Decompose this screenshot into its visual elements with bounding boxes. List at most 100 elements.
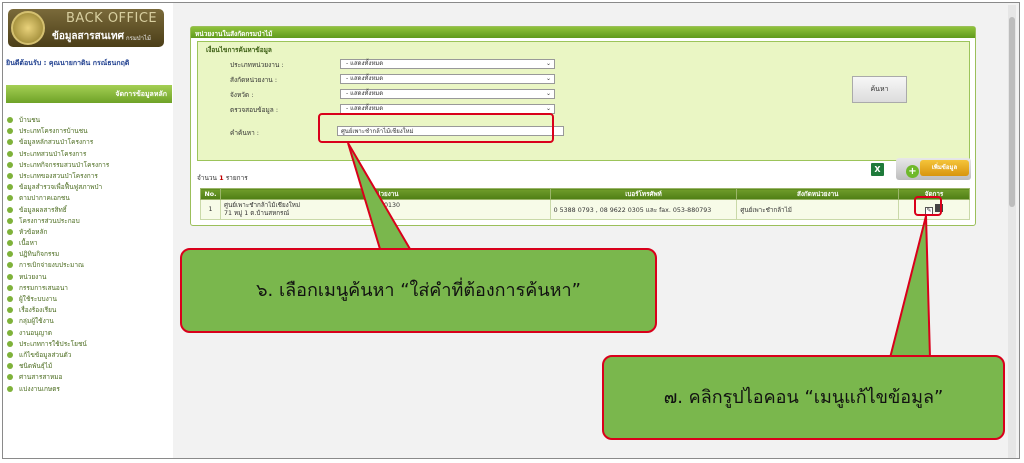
row-unit[interactable]: ศูนย์เพาะชำกล้าไม้เชียงใหม่ 0130 71 หมู่… bbox=[219, 199, 551, 220]
bullet-icon bbox=[7, 340, 13, 347]
sidebar-item-label: โครงการส่วนประกอบ bbox=[19, 216, 80, 225]
select-value: - แสดงทั้งหมด bbox=[346, 90, 384, 97]
sidebar-item[interactable]: เรื่องร้องเรียน bbox=[7, 305, 171, 316]
bullet-icon bbox=[7, 217, 13, 224]
bullet-icon bbox=[7, 240, 13, 247]
logo-subtitle: ข้อมูลสารสนเทศ bbox=[52, 31, 124, 42]
sidebar-item[interactable]: ตามปากาคเอกชน bbox=[7, 193, 171, 204]
bullet-icon bbox=[7, 374, 13, 381]
row-no: 1 bbox=[200, 199, 221, 220]
col-dept: สังกัดหน่วยงาน bbox=[736, 188, 900, 200]
sidebar-item[interactable]: การเบิกจ่ายงบประมาณ bbox=[7, 260, 171, 271]
sidebar-item-label: ชนิดพันธุ์ไม้ bbox=[19, 362, 53, 371]
bullet-icon bbox=[7, 262, 13, 269]
scrollbar-thumb[interactable] bbox=[1009, 17, 1015, 207]
sidebar-item-label: เรื่องร้องเรียน bbox=[19, 306, 57, 315]
filter-label: ประเภทหน่วยงาน : bbox=[230, 61, 284, 69]
filter-row-keyword: คำค้นหา : bbox=[198, 126, 969, 140]
excel-export-icon[interactable]: X bbox=[871, 163, 884, 176]
unit-address: 71 หมู่ 1 ต.บ้านสหกรณ์ bbox=[223, 209, 290, 217]
sidebar-item[interactable]: หัวข้อหลัก bbox=[7, 227, 171, 238]
province-select[interactable]: - แสดงทั้งหมด ⌄ bbox=[340, 89, 555, 99]
sidebar-item[interactable]: ปฏิทินกิจกรรม bbox=[7, 249, 171, 260]
sidebar-section-header: จัดการข้อมูลหลัก bbox=[6, 85, 172, 103]
unit-type-select[interactable]: - แสดงทั้งหมด ⌄ bbox=[340, 59, 555, 69]
sidebar-item[interactable]: แบ่งงานเกษตร bbox=[7, 384, 171, 395]
filter-row-verify: ตรวจสอบข้อมูล : - แสดงทั้งหมด ⌄ bbox=[198, 103, 969, 117]
filter-label: จังหวัด : bbox=[230, 91, 254, 99]
sidebar-item-label: แบ่งงานเกษตร bbox=[19, 384, 60, 393]
search-heading: เงื่อนไขการค้นหาข้อมูล bbox=[206, 46, 272, 54]
sidebar-item[interactable]: ข้อมูลผลสารสิทธิ์ bbox=[7, 205, 171, 216]
bullet-icon bbox=[7, 161, 13, 168]
callout-step6: ๖. เลือกเมนูค้นหา “ใส่คำที่ต้องการค้นหา” bbox=[180, 248, 657, 333]
sidebar-item-label: ประเภทของสวนป่าโครงการ bbox=[19, 171, 98, 180]
sidebar-item[interactable]: บ้านชน bbox=[7, 115, 171, 126]
search-form: เงื่อนไขการค้นหาข้อมูล ประเภทหน่วยงาน : … bbox=[197, 41, 970, 161]
bullet-icon bbox=[7, 296, 13, 302]
sidebar-item-label: ประเภทการใช้ประโยชน์ bbox=[19, 339, 87, 348]
sidebar-item[interactable]: เนื้อหา bbox=[7, 238, 171, 249]
sidebar-item[interactable]: ผู้ใช้ระบบงาน bbox=[7, 294, 171, 305]
sidebar-item-label: บ้านชน bbox=[19, 116, 41, 124]
sidebar-item[interactable]: ข้อมูลหลักสวนป่าโครงการ bbox=[7, 137, 171, 148]
affiliation-select[interactable]: - แสดงทั้งหมด ⌄ bbox=[340, 74, 555, 84]
bullet-icon bbox=[7, 329, 13, 336]
sidebar-item[interactable]: ข้อมูลสำรวจเพื่อฟื้นฟูสภาพป่า bbox=[7, 182, 171, 193]
bullet-icon bbox=[7, 128, 13, 135]
back-office-logo[interactable]: BACK OFFICE ข้อมูลสารสนเทศ กรมป่าไม้ bbox=[8, 9, 164, 47]
sidebar-item[interactable]: ประเภทของสวนป่าโครงการ bbox=[7, 171, 171, 182]
bullet-icon bbox=[7, 385, 13, 392]
sidebar-item-label: งานอนุญาต bbox=[19, 328, 53, 337]
sidebar-item[interactable]: กลุ่มผู้ใช้งาน bbox=[7, 316, 171, 327]
welcome-text: ยินดีต้อนรับ : คุณนายกาดิน กรณ์ธนกฤติ bbox=[6, 59, 130, 67]
select-value: - แสดงทั้งหมด bbox=[346, 105, 384, 112]
sidebar-item[interactable]: ประเภทกิจกรรมสวนป่าโครงการ bbox=[7, 160, 171, 171]
department-seal-icon bbox=[11, 11, 45, 45]
sidebar-item[interactable]: ชนิดพันธุ์ไม้ bbox=[7, 361, 171, 372]
logo-org: กรมป่าไม้ bbox=[126, 35, 151, 42]
sidebar-menu: บ้านชนประเภทโครงการบ้านชน ข้อมูลหลักสวนป่… bbox=[7, 115, 171, 395]
sidebar-item[interactable]: ศานสารสาหมอ bbox=[7, 372, 171, 383]
bullet-icon bbox=[7, 251, 13, 258]
count-value: 1 bbox=[219, 174, 224, 182]
chevron-down-icon: ⌄ bbox=[545, 105, 551, 112]
unit-tail: 0130 bbox=[384, 201, 401, 209]
filter-label: ตรวจสอบข้อมูล : bbox=[230, 106, 279, 114]
table-row: 1 ศูนย์เพาะชำกล้าไม้เชียงใหม่ 0130 71 หม… bbox=[200, 199, 970, 220]
bullet-icon bbox=[7, 318, 13, 325]
sidebar-item[interactable]: ประเภทโครงการบ้านชน bbox=[7, 126, 171, 137]
add-data-button[interactable]: + เพิ่มข้อมูล bbox=[896, 158, 971, 180]
bullet-icon bbox=[7, 139, 13, 146]
sidebar-item[interactable]: โครงการส่วนประกอบ bbox=[7, 216, 171, 227]
sidebar-item[interactable]: งานอนุญาต bbox=[7, 328, 171, 339]
bullet-icon bbox=[7, 284, 13, 291]
chevron-down-icon: ⌄ bbox=[545, 90, 551, 97]
search-button[interactable]: ค้นหา bbox=[852, 76, 907, 103]
sidebar-item-label: ประเภทสวนป่าโครงการ bbox=[19, 149, 87, 158]
sidebar-item[interactable]: กรรมการเสนอนา bbox=[7, 283, 171, 294]
result-count: จำนวน 1 รายการ bbox=[197, 173, 248, 183]
sidebar-item-label: ข้อมูลผลสารสิทธิ์ bbox=[19, 205, 67, 214]
sidebar-item[interactable]: หน่วยงาน bbox=[7, 272, 171, 283]
plus-icon: + bbox=[906, 165, 919, 178]
select-value: - แสดงทั้งหมด bbox=[346, 75, 384, 82]
main-panel: หน่วยงานในสังกัดกรมป่าไม้ เงื่อนไขการค้น… bbox=[190, 26, 976, 226]
table-header-row: No. หน่วยงาน เบอร์โทรศัพท์ สังกัดหน่วยงา… bbox=[200, 188, 970, 200]
keyword-highlight bbox=[318, 113, 554, 143]
col-unit: หน่วยงาน bbox=[219, 188, 551, 200]
bullet-icon bbox=[7, 228, 13, 235]
panel-title: หน่วยงานในสังกัดกรมป่าไม้ bbox=[191, 27, 975, 38]
sidebar-item[interactable]: ประเภทสวนป่าโครงการ bbox=[7, 149, 171, 160]
sidebar-item[interactable]: แก้ไขข้อมูลส่วนตัว bbox=[7, 350, 171, 361]
sidebar-item-label: ผู้ใช้ระบบงาน bbox=[19, 295, 57, 303]
bullet-icon bbox=[7, 363, 13, 370]
sidebar-item-label: กรรมการเสนอนา bbox=[19, 283, 68, 292]
sidebar-item[interactable]: ประเภทการใช้ประโยชน์ bbox=[7, 339, 171, 350]
callout-step7: ๗. คลิกรูปไอคอน “เมนูแก้ไขข้อมูล” bbox=[602, 355, 1005, 440]
sidebar-item-label: ข้อมูลสำรวจเพื่อฟื้นฟูสภาพป่า bbox=[19, 183, 103, 192]
bullet-icon bbox=[7, 307, 13, 314]
scrollbar[interactable] bbox=[1008, 5, 1016, 458]
unit-name: ศูนย์เพาะชำกล้าไม้เชียงใหม่ bbox=[223, 201, 301, 209]
sidebar-item-label: เนื้อหา bbox=[19, 239, 38, 248]
